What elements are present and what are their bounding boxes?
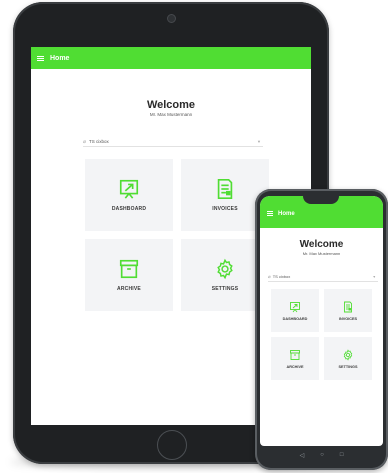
hamburger-menu-icon[interactable] [37, 55, 44, 62]
phone-company-select[interactable]: ⌀ TS cixbox ▼ [268, 272, 378, 282]
archive-tile[interactable]: ARCHIVE [85, 239, 173, 311]
company-select[interactable]: ⌀ TS cixbox ▼ [83, 137, 263, 147]
tablet-camera [167, 14, 176, 23]
home-circle-icon[interactable]: ○ [320, 452, 324, 458]
phone-tile-grid: DASHBOARD INVOICES ARCHIVE SETTINGS [271, 289, 372, 380]
phone-archive-tile[interactable]: ARCHIVE [271, 337, 319, 380]
settings-label: SETTINGS [211, 286, 239, 292]
dashboard-tile[interactable]: DASHBOARD [85, 159, 173, 231]
invoices-label: INVOICES [212, 206, 238, 212]
app-bar: Home [31, 47, 311, 69]
phone-notch [303, 196, 339, 204]
invoice-document-icon [217, 179, 233, 199]
recents-square-icon[interactable]: □ [340, 452, 344, 458]
tile-grid: DASHBOARD INVOICES ARCHIVE SETTINGS [85, 159, 271, 311]
chevron-down-icon: ▼ [257, 139, 261, 144]
phone-chevron-down-icon: ▼ [372, 274, 376, 279]
phone-invoices-label: INVOICES [338, 316, 358, 321]
tag-icon: ⌀ [83, 138, 87, 145]
archive-box-icon [290, 349, 300, 360]
phone-settings-label: SETTINGS [338, 364, 358, 369]
back-icon[interactable]: ◁ [300, 452, 305, 459]
phone-user-name: Mr. Max Mustermann [302, 251, 341, 256]
archive-label: ARCHIVE [117, 286, 141, 292]
phone-nav-bar: ◁ ○ □ [255, 447, 388, 463]
company-select-value: TS cixbox [89, 139, 109, 144]
tablet-home-button [157, 430, 187, 460]
user-name: Mr. Max Mustermann [149, 112, 193, 117]
welcome-heading: Welcome [146, 99, 196, 111]
archive-box-icon [119, 259, 139, 279]
phone-screen: Home Welcome Mr. Max Mustermann ⌀ TS cix… [260, 196, 383, 446]
invoice-document-icon [344, 301, 352, 312]
phone-dashboard-tile[interactable]: DASHBOARD [271, 289, 319, 332]
dashboard-label: DASHBOARD [111, 206, 147, 212]
phone-archive-label: ARCHIVE [286, 364, 304, 369]
gear-icon [217, 258, 233, 280]
phone-settings-tile[interactable]: SETTINGS [324, 337, 372, 380]
phone-tag-icon: ⌀ [268, 273, 271, 279]
phone-invoices-tile[interactable]: INVOICES [324, 289, 372, 332]
phone-app-bar-title: Home [278, 211, 295, 217]
phone-dashboard-label: DASHBOARD [282, 316, 308, 321]
phone-company-select-value: TS cixbox [272, 274, 291, 279]
app-bar-title: Home [50, 54, 70, 62]
phone-device: Home Welcome Mr. Max Mustermann ⌀ TS cix… [255, 189, 388, 470]
phone-welcome-heading: Welcome [299, 239, 344, 250]
phone-hamburger-menu-icon[interactable] [267, 210, 273, 217]
presentation-chart-icon [119, 179, 139, 199]
presentation-chart-icon [290, 301, 300, 312]
gear-icon [343, 348, 353, 361]
